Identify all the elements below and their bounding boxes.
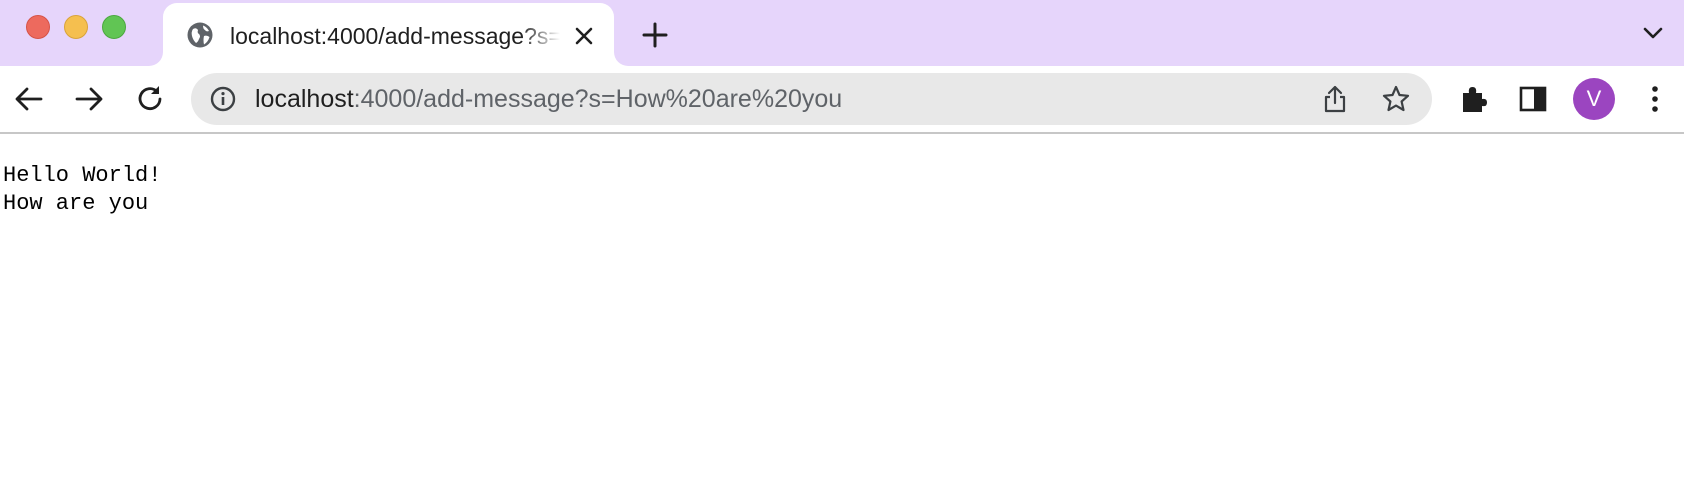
page-line: How are you bbox=[3, 191, 149, 216]
star-icon[interactable] bbox=[1381, 84, 1411, 114]
url-text[interactable]: localhost:4000/add-message?s=How%20are%2… bbox=[255, 83, 842, 115]
window-close-button[interactable] bbox=[26, 15, 50, 39]
url-path: :4000/add-message?s=How%20are%20you bbox=[353, 85, 843, 113]
browser-window: localhost:4000/add-message?s=How%20are%2… bbox=[0, 0, 1684, 502]
tab-strip: localhost:4000/add-message?s=How%20are%2… bbox=[0, 0, 1684, 66]
window-maximize-button[interactable] bbox=[102, 15, 126, 39]
plus-icon[interactable] bbox=[640, 20, 670, 50]
page-line: Hello World! bbox=[3, 163, 162, 188]
kebab-menu-icon[interactable] bbox=[1638, 82, 1672, 116]
close-icon[interactable] bbox=[571, 23, 597, 49]
profile-avatar[interactable]: V bbox=[1573, 78, 1615, 120]
reload-icon[interactable] bbox=[133, 82, 167, 116]
info-icon[interactable] bbox=[209, 85, 237, 113]
chevron-down-icon[interactable] bbox=[1640, 22, 1666, 44]
globe-icon bbox=[186, 21, 214, 49]
active-tab[interactable]: localhost:4000/add-message?s=How%20are%2… bbox=[163, 3, 614, 66]
browser-toolbar: localhost:4000/add-message?s=How%20are%2… bbox=[0, 66, 1684, 134]
share-icon[interactable] bbox=[1321, 84, 1349, 114]
arrow-left-icon[interactable] bbox=[12, 82, 46, 116]
url-host: localhost bbox=[255, 85, 354, 113]
page-text: Hello World! How are you bbox=[3, 162, 161, 218]
window-minimize-button[interactable] bbox=[64, 15, 88, 39]
arrow-right-icon[interactable] bbox=[72, 82, 106, 116]
side-panel-icon[interactable] bbox=[1516, 82, 1550, 116]
puzzle-icon[interactable] bbox=[1456, 82, 1490, 116]
tab-title: localhost:4000/add-message?s=How%20are%2… bbox=[230, 23, 560, 49]
address-bar[interactable]: localhost:4000/add-message?s=How%20are%2… bbox=[191, 73, 1432, 125]
page-content: Hello World! How are you bbox=[0, 136, 1684, 502]
